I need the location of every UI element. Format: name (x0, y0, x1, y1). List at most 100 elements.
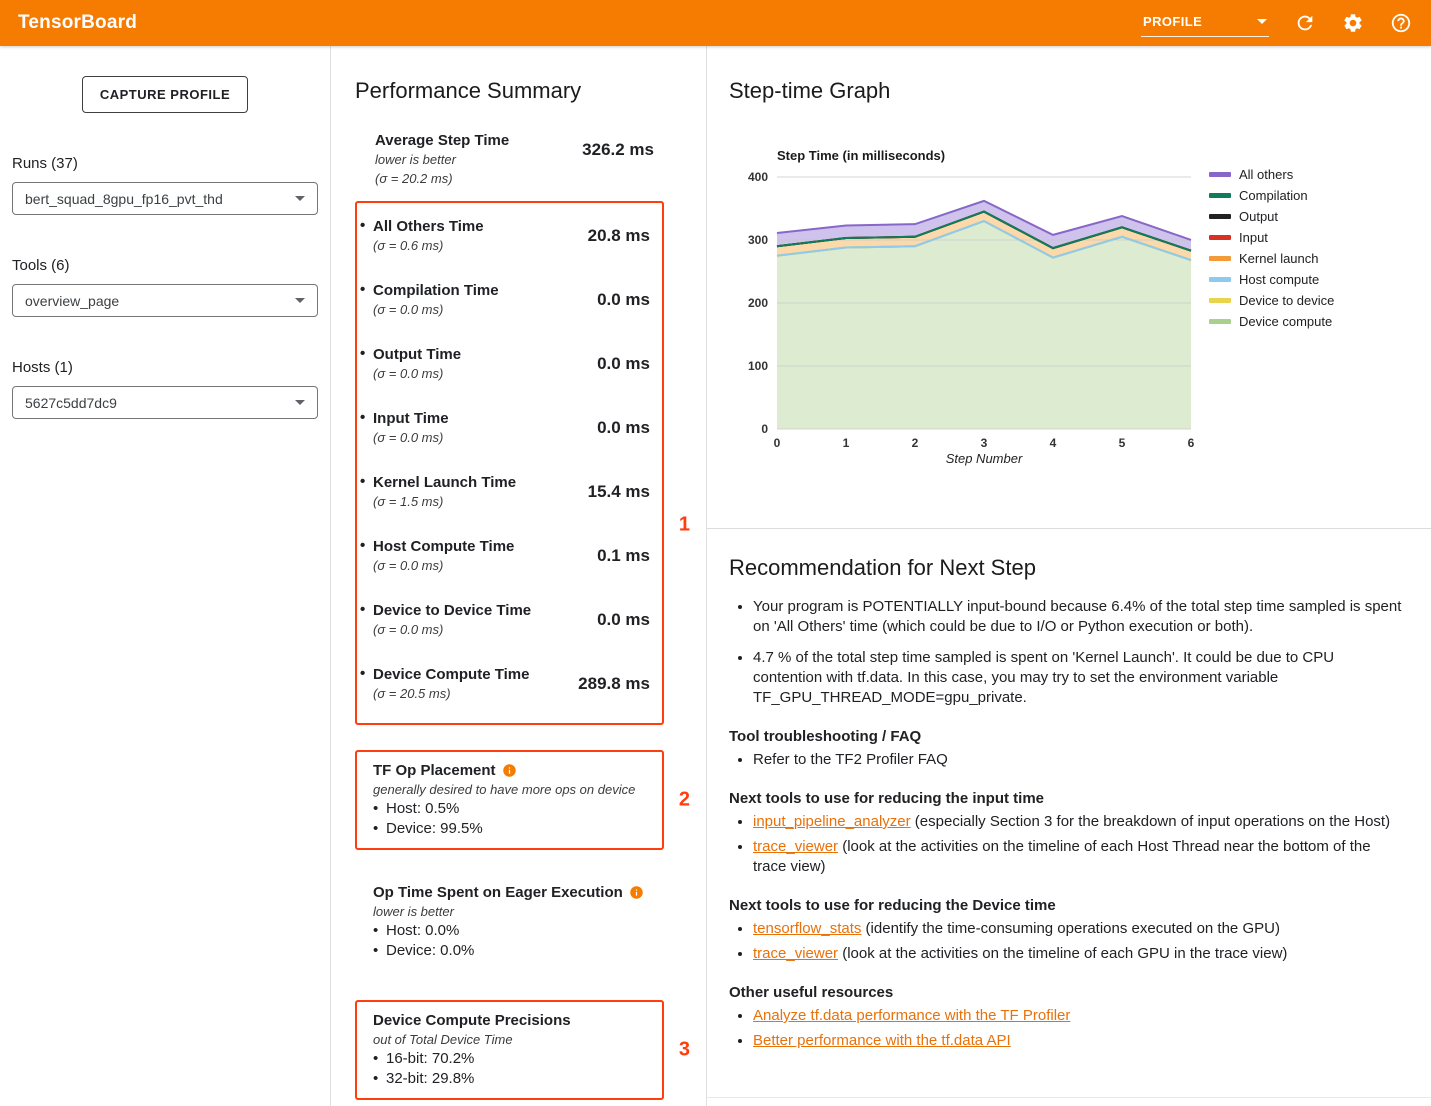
faq-list: Refer to the TF2 Profiler FAQ (729, 750, 1407, 770)
legend-swatch (1209, 235, 1231, 240)
legend-label: Host compute (1239, 272, 1319, 287)
trace-viewer-link[interactable]: trace_viewer (753, 838, 838, 855)
metric-row: Compilation Time (σ = 0.0 ms) 0.0 ms (357, 273, 662, 337)
faq-bullet: Refer to the TF2 Profiler FAQ (753, 750, 1407, 770)
metric-label: Kernel Launch Time (373, 474, 516, 491)
performance-summary-panel: Performance Summary Average Step Time lo… (330, 46, 707, 1106)
runs-label: Runs (37) (12, 155, 318, 172)
list-item: trace_viewer (look at the activities on … (753, 837, 1407, 877)
svg-text:5: 5 (1119, 436, 1126, 450)
annotation-number-3: 3 (679, 1039, 690, 1062)
performance-summary-title: Performance Summary (355, 78, 682, 104)
tools-select[interactable]: overview_page (12, 284, 318, 317)
hosts-select[interactable]: 5627c5dd7dc9 (12, 386, 318, 419)
hosts-label: Hosts (1) (12, 359, 318, 376)
section-divider (707, 528, 1431, 529)
device-tools-list: tensorflow_stats (identify the time-cons… (729, 919, 1407, 964)
recommendation-title: Recommendation for Next Step (729, 555, 1407, 581)
metric-value: 0.0 ms (597, 354, 650, 382)
list-item-text: (identify the time-consuming operations … (861, 920, 1280, 937)
metric-value: 0.0 ms (597, 418, 650, 446)
refresh-icon[interactable] (1293, 11, 1317, 35)
precision-16bit: 16-bit: 70.2% (373, 1049, 652, 1068)
runs-select-value: bert_squad_8gpu_fp16_pvt_thd (25, 191, 223, 207)
trace-viewer-link[interactable]: trace_viewer (753, 945, 838, 962)
metric-note: lower is better (375, 152, 509, 168)
metric-sigma: (σ = 1.5 ms) (373, 494, 516, 510)
chevron-down-icon (295, 196, 305, 201)
legend-label: Device compute (1239, 314, 1332, 329)
dashboard-selector-value: PROFILE (1143, 14, 1202, 29)
legend-label: Output (1239, 209, 1278, 224)
legend-item-output: Output (1209, 206, 1334, 227)
metric-row: Output Time (σ = 0.0 ms) 0.0 ms (357, 337, 662, 401)
recommendation-bullet: Your program is POTENTIALLY input-bound … (753, 597, 1407, 637)
svg-text:1: 1 (843, 436, 850, 450)
tensorflow-stats-link[interactable]: tensorflow_stats (753, 920, 861, 937)
metric-label: Device to Device Time (373, 602, 531, 619)
annotation-box-3: 3 Device Compute Precisions out of Total… (355, 1000, 664, 1100)
svg-text:400: 400 (748, 170, 768, 184)
list-item: input_pipeline_analyzer (especially Sect… (753, 812, 1407, 832)
metric-label: Input Time (373, 410, 449, 427)
info-icon[interactable] (502, 763, 517, 778)
runs-select[interactable]: bert_squad_8gpu_fp16_pvt_thd (12, 182, 318, 215)
legend-item-host-compute: Host compute (1209, 269, 1334, 290)
chevron-down-icon (295, 298, 305, 303)
capture-profile-button[interactable]: CAPTURE PROFILE (82, 76, 248, 113)
tools-field: Tools (6) overview_page (12, 257, 318, 317)
tfdata-performance-link[interactable]: Analyze tf.data performance with the TF … (753, 1007, 1070, 1024)
info-icon[interactable] (629, 885, 644, 900)
resources-heading: Other useful resources (729, 984, 1407, 1001)
precision-32bit: 32-bit: 29.8% (373, 1069, 652, 1088)
svg-text:6: 6 (1188, 436, 1195, 450)
header-actions: PROFILE (1141, 10, 1413, 37)
tfdata-api-link[interactable]: Better performance with the tf.data API (753, 1032, 1011, 1049)
settings-gear-icon[interactable] (1341, 11, 1365, 35)
legend-item-kernel-launch: Kernel launch (1209, 248, 1334, 269)
svg-text:3: 3 (981, 436, 988, 450)
tf-op-placement-device: Device: 99.5% (373, 819, 652, 838)
metric-row: Device Compute Time (σ = 20.5 ms) 289.8 … (357, 657, 662, 721)
input-tools-heading: Next tools to use for reducing the input… (729, 790, 1407, 807)
list-item: tensorflow_stats (identify the time-cons… (753, 919, 1407, 939)
tf-op-placement-title: TF Op Placement (373, 762, 496, 779)
metric-sigma: (σ = 20.2 ms) (375, 171, 509, 187)
svg-text:0: 0 (761, 422, 768, 436)
eager-title: Op Time Spent on Eager Execution (373, 884, 623, 901)
legend-label: Device to device (1239, 293, 1334, 308)
list-item-text: (look at the activities on the timeline … (753, 838, 1371, 875)
step-time-chart-block: Step Time (in milliseconds) 010020030040… (729, 148, 1407, 472)
input-pipeline-analyzer-link[interactable]: input_pipeline_analyzer (753, 813, 911, 830)
metric-row: Device to Device Time (σ = 0.0 ms) 0.0 m… (357, 593, 662, 657)
list-item: Analyze tf.data performance with the TF … (753, 1006, 1407, 1026)
list-item: trace_viewer (look at the activities on … (753, 944, 1407, 964)
dashboard-selector[interactable]: PROFILE (1141, 10, 1269, 37)
tf-op-placement-note: generally desired to have more ops on de… (373, 781, 652, 798)
svg-text:4: 4 (1050, 436, 1057, 450)
app-title: TensorBoard (18, 12, 137, 34)
metric-value: 20.8 ms (588, 226, 650, 254)
metric-row: All Others Time (σ = 0.6 ms) 20.8 ms (357, 209, 662, 273)
annotation-box-2: 2 TF Op Placement generally desired to h… (355, 750, 664, 850)
metric-label: Output Time (373, 346, 461, 363)
chart-title: Step Time (in milliseconds) (777, 148, 1201, 163)
legend-item-device-to-device: Device to device (1209, 290, 1334, 311)
runs-field: Runs (37) bert_squad_8gpu_fp16_pvt_thd (12, 155, 318, 215)
help-icon[interactable] (1389, 11, 1413, 35)
legend-swatch (1209, 214, 1231, 219)
eager-host: Host: 0.0% (373, 921, 664, 940)
recommendation-bullets: Your program is POTENTIALLY input-bound … (729, 597, 1407, 708)
legend-swatch (1209, 256, 1231, 261)
legend-swatch (1209, 319, 1231, 324)
step-time-chart: 01002003004000123456Step Number (729, 167, 1201, 467)
legend-swatch (1209, 172, 1231, 177)
legend-swatch (1209, 277, 1231, 282)
legend-item-all-others: All others (1209, 164, 1334, 185)
metric-value: 326.2 ms (582, 140, 654, 187)
list-item-text: (especially Section 3 for the breakdown … (911, 813, 1390, 830)
precisions-title: Device Compute Precisions (373, 1012, 571, 1029)
metric-label: Average Step Time (375, 132, 509, 149)
eager-note: lower is better (373, 903, 664, 920)
metric-sigma: (σ = 0.0 ms) (373, 558, 514, 574)
